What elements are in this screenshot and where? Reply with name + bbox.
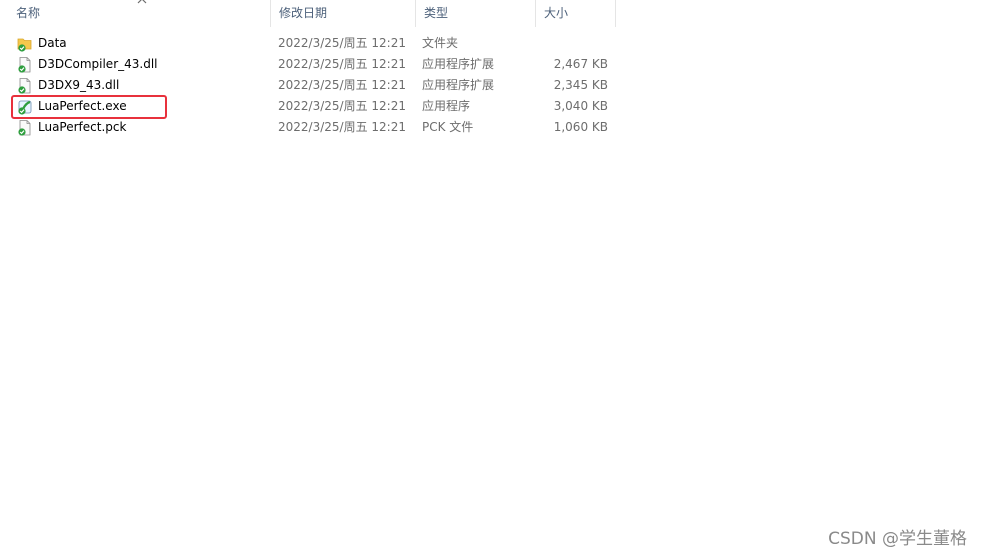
file-type: 应用程序 xyxy=(422,99,471,113)
column-header-bar: 名称 修改日期 类型 大小 xyxy=(0,0,983,28)
file-size: 3,040 KB xyxy=(553,99,608,113)
dll-file-icon xyxy=(18,78,31,94)
column-header-size-label: 大小 xyxy=(544,6,569,20)
file-type: 文件夹 xyxy=(422,36,459,50)
folder-icon xyxy=(17,38,32,52)
column-header-date-label: 修改日期 xyxy=(279,6,328,20)
file-date: 2022/3/25/周五 12:21 xyxy=(278,120,406,134)
pck-file-icon xyxy=(18,120,31,136)
file-row-data-folder[interactable]: Data 2022/3/25/周五 12:21 文件夹 xyxy=(0,33,620,54)
file-row-d3dx9[interactable]: D3DX9_43.dll 2022/3/25/周五 12:21 应用程序扩展 2… xyxy=(0,75,620,96)
dll-file-icon xyxy=(18,57,31,73)
file-size: 2,467 KB xyxy=(553,57,608,71)
column-header-type-label: 类型 xyxy=(424,6,449,20)
file-type: 应用程序扩展 xyxy=(422,57,495,71)
file-row-d3dcompiler[interactable]: D3DCompiler_43.dll 2022/3/25/周五 12:21 应用… xyxy=(0,54,620,75)
file-date: 2022/3/25/周五 12:21 xyxy=(278,57,406,71)
file-size: 2,345 KB xyxy=(553,78,608,92)
file-name: D3DX9_43.dll xyxy=(38,78,120,92)
file-date: 2022/3/25/周五 12:21 xyxy=(278,78,406,92)
file-name: Data xyxy=(38,36,67,50)
column-header-type[interactable]: 类型 xyxy=(415,0,535,27)
file-type: PCK 文件 xyxy=(422,120,474,134)
file-name: LuaPerfect.pck xyxy=(38,120,127,134)
annotation-highlight-box xyxy=(11,95,167,119)
column-header-size[interactable]: 大小 xyxy=(535,0,615,27)
file-date: 2022/3/25/周五 12:21 xyxy=(278,99,406,113)
column-header-date[interactable]: 修改日期 xyxy=(270,0,415,27)
file-type: 应用程序扩展 xyxy=(422,78,495,92)
file-row-luaperfect-pck[interactable]: LuaPerfect.pck 2022/3/25/周五 12:21 PCK 文件… xyxy=(0,117,620,138)
file-size: 1,060 KB xyxy=(553,120,608,134)
column-header-end-divider xyxy=(615,0,616,27)
file-size xyxy=(500,33,608,54)
column-header-name-label: 名称 xyxy=(16,6,41,20)
file-name: D3DCompiler_43.dll xyxy=(38,57,158,71)
sort-ascending-icon xyxy=(137,0,147,4)
file-date: 2022/3/25/周五 12:21 xyxy=(278,36,406,50)
watermark: CSDN @学生董格 xyxy=(828,529,967,549)
